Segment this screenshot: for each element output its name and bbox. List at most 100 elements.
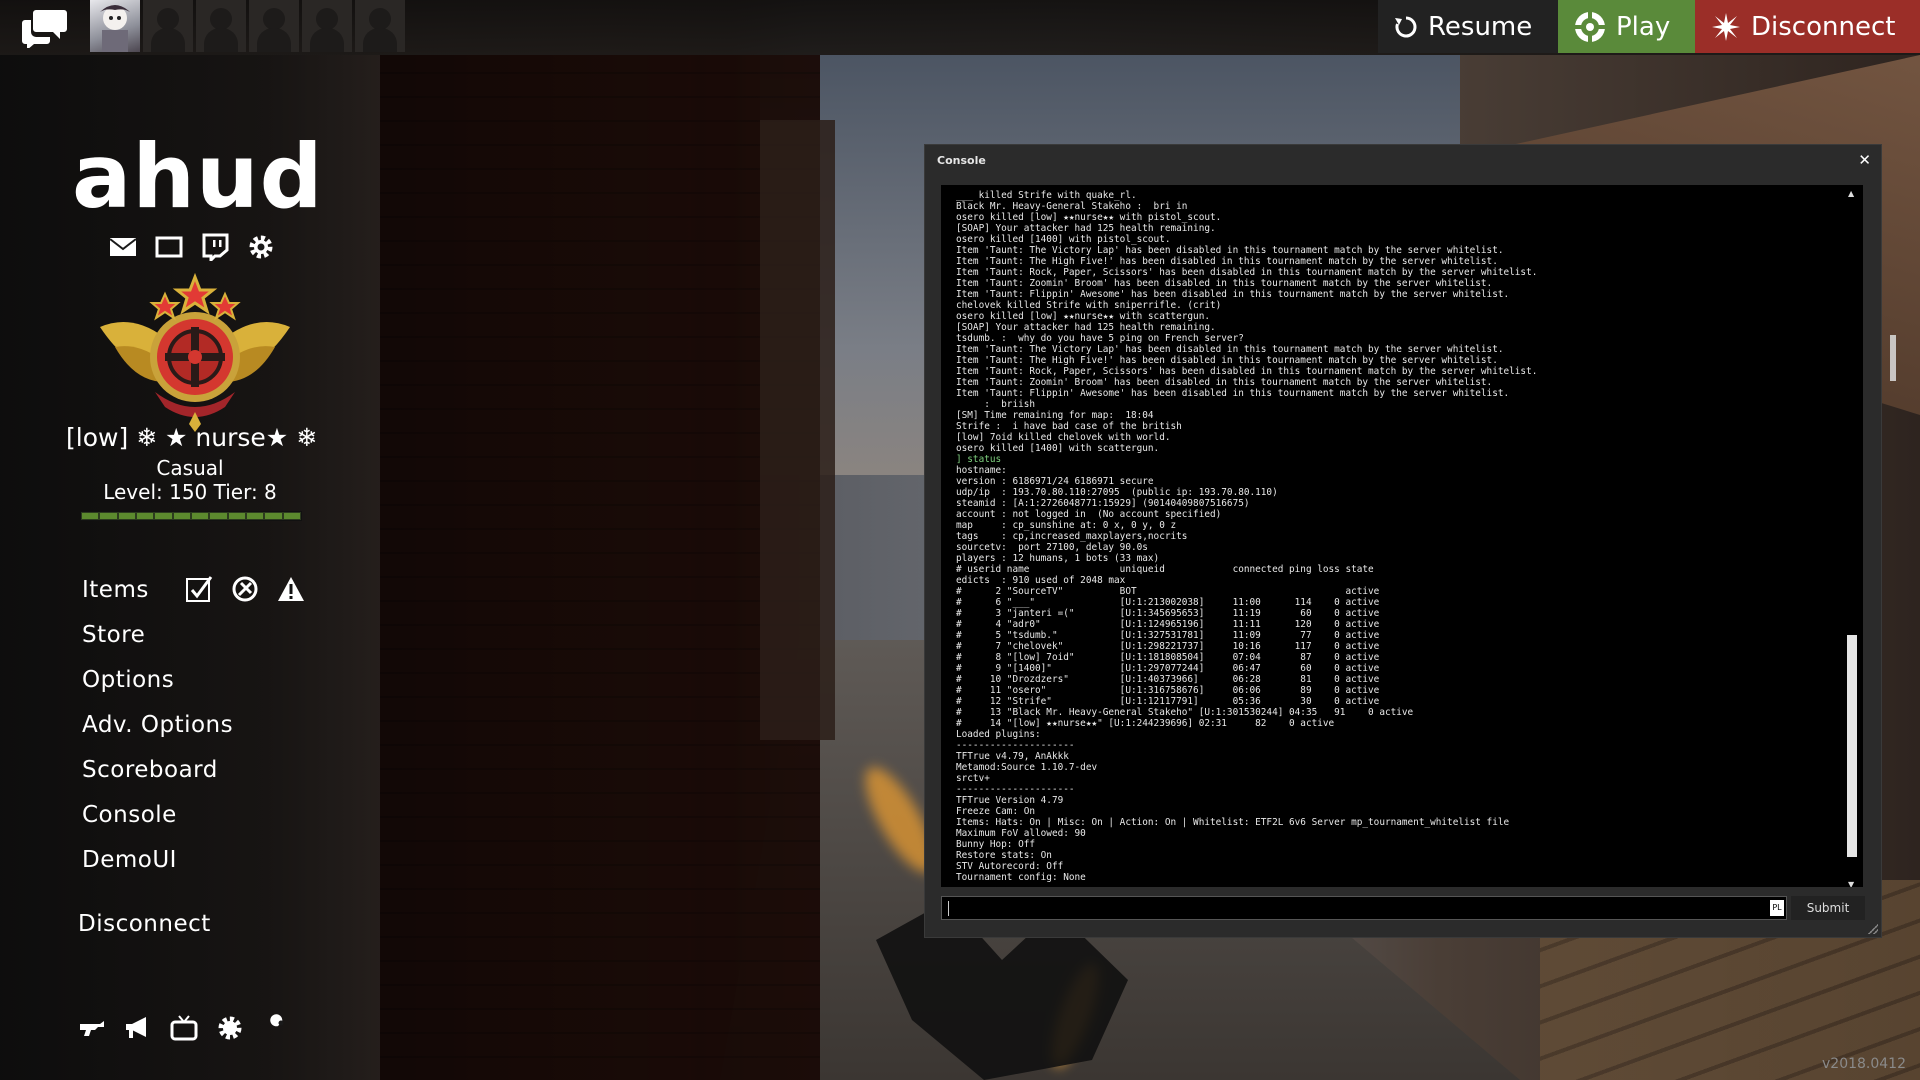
- console-line: Metamod:Source 1.10.7-dev: [956, 762, 1098, 773]
- gun-icon[interactable]: [78, 1014, 106, 1042]
- player-name: [low] ❄ ★ nurse★ ❄: [66, 423, 318, 452]
- xp-progress-bar: [80, 511, 302, 521]
- menu-console[interactable]: Console: [82, 793, 233, 838]
- console-line: Item 'Taunt: The Victory Lap' has been d…: [956, 344, 1504, 355]
- megaphone-icon[interactable]: [124, 1014, 152, 1042]
- console-output[interactable]: ___ killed Strife with quake_rl. Black M…: [941, 185, 1863, 887]
- social-icon-row: [108, 232, 276, 262]
- console-line: [low] 7oid killed chelovek with world.: [956, 432, 1171, 443]
- avatar[interactable]: [90, 0, 140, 52]
- top-bar: Resume Play Disconnect: [0, 0, 1920, 55]
- console-line: Item 'Taunt: Flippin' Awesome' has been …: [956, 388, 1510, 399]
- chat-bubbles-icon[interactable]: [22, 8, 68, 50]
- console-line: # 6 "___" [U:1:213002038] 11:00 114 0 ac…: [956, 597, 1380, 608]
- menu-adv-options[interactable]: Adv. Options: [82, 703, 233, 748]
- play-button[interactable]: Play: [1558, 0, 1695, 53]
- console-title: Console: [937, 154, 986, 167]
- console-line: tags : cp,increased_maxplayers,nocrits: [956, 531, 1188, 542]
- console-line: Strife : i have bad case of the british: [956, 421, 1182, 432]
- screen-icon[interactable]: [154, 232, 184, 262]
- console-line: sourcetv: port 27100, delay 90.0s: [956, 542, 1148, 553]
- console-line: chelovek killed Strife with sniperrifle.…: [956, 300, 1222, 311]
- checkbox-icon[interactable]: [184, 574, 214, 604]
- main-menu: Items Store Options Adv. Options Scorebo…: [82, 568, 233, 883]
- console-line: Item 'Taunt: Zoomin' Broom' has been dis…: [956, 278, 1493, 289]
- console-line: players : 12 humans, 1 bots (33 max): [956, 553, 1160, 564]
- console-scrollbar[interactable]: ▲ ▼: [1847, 189, 1857, 887]
- scroll-up-icon[interactable]: ▲: [1848, 189, 1854, 198]
- wrench-icon[interactable]: [262, 1014, 290, 1042]
- console-line: # 8 "[low] 7oid" [U:1:181808504] 07:04 8…: [956, 652, 1380, 663]
- menu-scoreboard[interactable]: Scoreboard: [82, 748, 233, 793]
- menu-demoui[interactable]: DemoUI: [82, 838, 233, 883]
- console-line: udp/ip : 193.70.80.110:27095 (public ip:…: [956, 487, 1278, 498]
- menu-disconnect[interactable]: Disconnect: [78, 911, 211, 937]
- console-line: ] status: [956, 454, 1002, 465]
- empty-party-slot[interactable]: [196, 0, 246, 52]
- resume-label: Resume: [1428, 11, 1533, 42]
- gear-icon[interactable]: [246, 232, 276, 262]
- play-label: Play: [1616, 11, 1671, 42]
- submit-button[interactable]: Submit: [1791, 896, 1865, 920]
- console-line: Item 'Taunt: The High Five!' has been di…: [956, 256, 1498, 267]
- console-line: Black Mr. Heavy-General Stakeho : bri in: [956, 201, 1188, 212]
- wall-shadow: [760, 120, 835, 740]
- console-line: ___ killed Strife with quake_rl.: [956, 190, 1137, 201]
- console-line: osero killed [low] ★★nurse★★ with pistol…: [956, 212, 1222, 223]
- console-line: tsdumb. : why do you have 5 ping on Fren…: [956, 333, 1244, 344]
- loadout-icon[interactable]: [230, 574, 260, 604]
- console-line: ---------------------: [956, 740, 1075, 751]
- console-line: TFTrue Version 4.79: [956, 795, 1064, 806]
- console-line: osero killed [1400] with scattergun.: [956, 443, 1160, 454]
- console-line: Item 'Taunt: Rock, Paper, Scissors' has …: [956, 366, 1538, 377]
- input-language-indicator: PL: [1770, 900, 1784, 916]
- bottom-toolbar: [78, 1014, 290, 1042]
- menu-store[interactable]: Store: [82, 613, 233, 658]
- medal-emblem: [100, 272, 290, 432]
- console-line: hostname:: [956, 465, 1007, 476]
- warning-icon[interactable]: [276, 574, 306, 604]
- version-label: v2018.0412: [1822, 1056, 1906, 1072]
- console-line: map : cp_sunshine at: 0 x, 0 y, 0 z: [956, 520, 1177, 531]
- console-line: : briish: [984, 399, 1036, 410]
- console-line: # 9 "[1400]" [U:1:297077244] 06:47 60 0 …: [956, 663, 1380, 674]
- console-line: # 4 "adr0" [U:1:124965196] 11:11 120 0 a…: [956, 619, 1380, 630]
- console-line: STV Autorecord: Off: [956, 861, 1064, 872]
- twitch-icon[interactable]: [200, 232, 230, 262]
- mail-icon[interactable]: [108, 232, 138, 262]
- empty-party-slot[interactable]: [355, 0, 405, 52]
- close-icon[interactable]: ✕: [1858, 151, 1871, 169]
- resume-icon: [1395, 16, 1417, 37]
- empty-party-slot[interactable]: [302, 0, 352, 52]
- empty-party-slot[interactable]: [143, 0, 193, 52]
- console-line: Items: Hats: On | Misc: On | Action: On …: [956, 817, 1510, 828]
- tf2-logo-icon: [1575, 11, 1605, 42]
- console-line: [SOAP] Your attacker had 125 health rema…: [956, 322, 1216, 333]
- console-input[interactable]: [941, 896, 1787, 920]
- console-text: ___ killed Strife with quake_rl. Black M…: [956, 190, 1835, 883]
- console-line: Bunny Hop: Off: [956, 839, 1036, 850]
- items-shortcuts: [184, 574, 306, 604]
- console-line: Item 'Taunt: The High Five!' has been di…: [956, 355, 1498, 366]
- console-line: osero killed [1400] with pistol_scout.: [956, 234, 1171, 245]
- resize-grip-icon[interactable]: [1868, 924, 1878, 934]
- tv-icon[interactable]: [170, 1014, 198, 1042]
- resume-button[interactable]: Resume: [1378, 0, 1558, 53]
- disconnect-label: Disconnect: [1751, 11, 1896, 42]
- player-level: Level: 150 Tier: 8: [103, 480, 277, 504]
- console-line: osero killed [low] ★★nurse★★ with scatte…: [956, 311, 1210, 322]
- console-line: # 7 "chelovek" [U:1:298221737] 10:16 117…: [956, 641, 1380, 652]
- menu-options[interactable]: Options: [82, 658, 233, 703]
- hud-logo: ahud: [72, 125, 324, 228]
- disconnect-button[interactable]: Disconnect: [1695, 0, 1920, 53]
- party-slots: [90, 0, 408, 55]
- console-line: Item 'Taunt: Flippin' Awesome' has been …: [956, 289, 1510, 300]
- gear-icon[interactable]: [216, 1014, 244, 1042]
- page-scroll-indicator: [1890, 335, 1896, 381]
- console-line: Maximum FoV allowed: 90: [956, 828, 1086, 839]
- scroll-down-icon[interactable]: ▼: [1848, 880, 1854, 887]
- scroll-thumb[interactable]: [1847, 635, 1857, 857]
- console-line: Restore stats: On: [956, 850, 1052, 861]
- console-line: # 10 "Drozdzers" [U:1:40373966] 06:28 81…: [956, 674, 1380, 685]
- empty-party-slot[interactable]: [249, 0, 299, 52]
